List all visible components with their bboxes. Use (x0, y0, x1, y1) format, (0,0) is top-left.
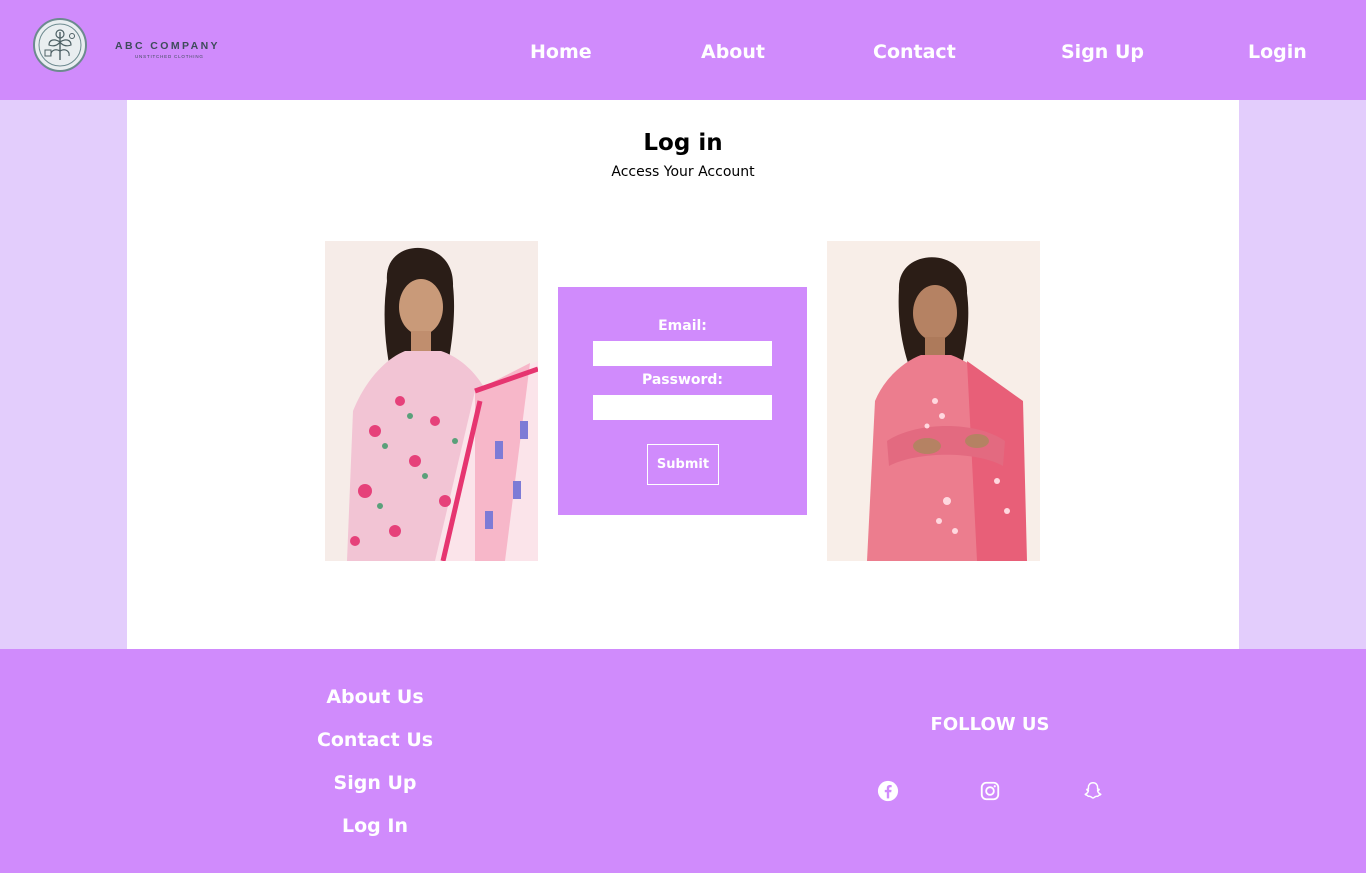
nav-login[interactable]: Login (1248, 38, 1307, 66)
page-title: Log in (643, 130, 723, 156)
company-logo[interactable] (33, 18, 87, 72)
email-label: Email: (658, 318, 707, 334)
facebook-icon[interactable] (877, 780, 899, 802)
brand-tagline: UNSTITCHED CLOTHING (135, 54, 204, 59)
navbar: ABC COMPANY UNSTITCHED CLOTHING Home Abo… (0, 0, 1366, 100)
brand: ABC COMPANY UNSTITCHED CLOTHING (115, 40, 220, 59)
email-input[interactable] (593, 341, 772, 366)
nav-home[interactable]: Home (530, 38, 592, 66)
footer-link-contact-us[interactable]: Contact Us (275, 729, 475, 751)
footer-link-about-us[interactable]: About Us (275, 686, 475, 708)
footer-link-log-in[interactable]: Log In (275, 815, 475, 837)
model-pink-outfit-image (827, 241, 1040, 561)
model-photo-left (325, 241, 538, 561)
floral-logo-icon (38, 23, 82, 67)
nav-sign-up[interactable]: Sign Up (1061, 38, 1144, 66)
follow-us-heading: FOLLOW US (930, 714, 1050, 735)
page-subtitle: Access Your Account (611, 164, 755, 180)
model-floral-outfit-image (325, 241, 538, 561)
password-label: Password: (641, 372, 724, 388)
password-input[interactable] (593, 395, 772, 420)
footer-link-sign-up[interactable]: Sign Up (275, 772, 475, 794)
footer: About Us Contact Us Sign Up Log In FOLLO… (0, 649, 1366, 873)
login-form: Email: Password: Submit (558, 287, 807, 515)
nav-about[interactable]: About (701, 38, 765, 66)
instagram-icon[interactable] (979, 780, 1001, 802)
brand-name: ABC COMPANY (115, 40, 220, 52)
model-photo-right (827, 241, 1040, 561)
nav-contact[interactable]: Contact (873, 38, 956, 66)
snapchat-icon[interactable] (1082, 780, 1104, 802)
submit-button[interactable]: Submit (647, 444, 719, 485)
